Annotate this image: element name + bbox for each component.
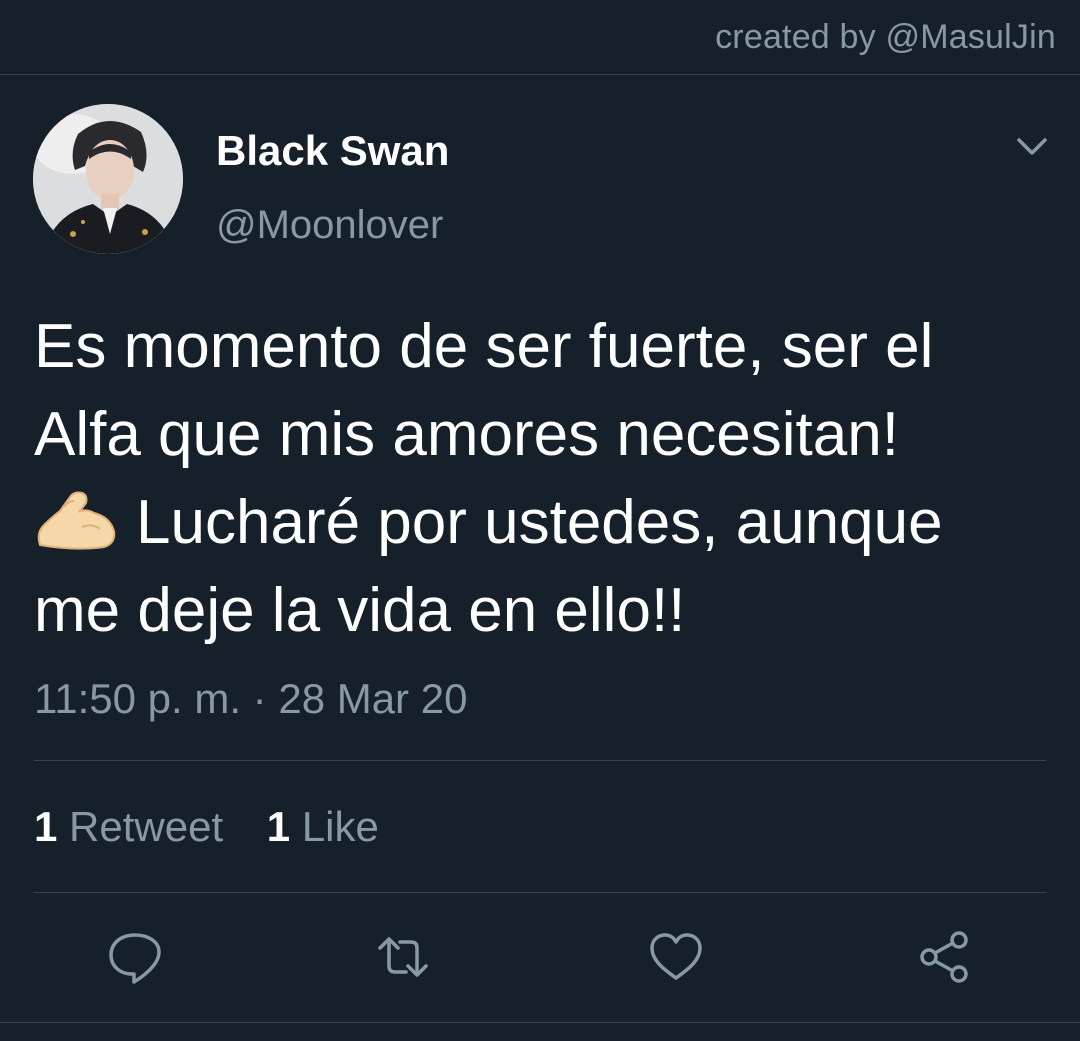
tweet-text-line: Lucharé por ustedes, aunque xyxy=(34,479,1054,567)
avatar-image xyxy=(33,104,183,254)
tweet-text-line: Alfa que mis amores necesitan! xyxy=(34,400,899,469)
tweet-text: Es momento de ser fuerte, ser el Alfa qu… xyxy=(34,303,1054,655)
stats-divider-bottom xyxy=(34,892,1046,893)
retweet-icon[interactable] xyxy=(374,928,432,986)
flexed-biceps-emoji xyxy=(37,491,116,550)
tweet-text-line: me deje la vida en ello!! xyxy=(34,576,686,645)
user-handle[interactable]: @Moonlover xyxy=(216,203,443,248)
share-icon[interactable] xyxy=(916,928,974,986)
like-label: Like xyxy=(301,803,379,850)
credit-text: created by @MasulJin xyxy=(715,18,1056,56)
bottom-divider xyxy=(0,1022,1080,1023)
header-divider xyxy=(0,74,1080,75)
retweet-count: 1 xyxy=(34,803,58,850)
tweet-text-line-content: Lucharé por ustedes, aunque xyxy=(136,488,943,557)
retweet-stat[interactable]: 1 Retweet xyxy=(34,803,223,850)
tweet-text-line: Es momento de ser fuerte, ser el xyxy=(34,312,934,381)
display-name[interactable]: Black Swan xyxy=(216,127,449,175)
tweet-stats: 1 Retweet 1 Like xyxy=(34,803,411,851)
heart-icon[interactable] xyxy=(647,928,705,986)
tweet-timestamp[interactable]: 11:50 p. m. · 28 Mar 20 xyxy=(34,675,467,723)
like-count: 1 xyxy=(266,803,291,850)
retweet-label: Retweet xyxy=(69,803,224,850)
like-stat[interactable]: 1 Like xyxy=(267,803,379,850)
stats-divider-top xyxy=(34,760,1046,761)
chevron-down-icon[interactable] xyxy=(1014,132,1050,160)
reply-icon[interactable] xyxy=(106,928,164,986)
avatar[interactable] xyxy=(33,104,183,254)
